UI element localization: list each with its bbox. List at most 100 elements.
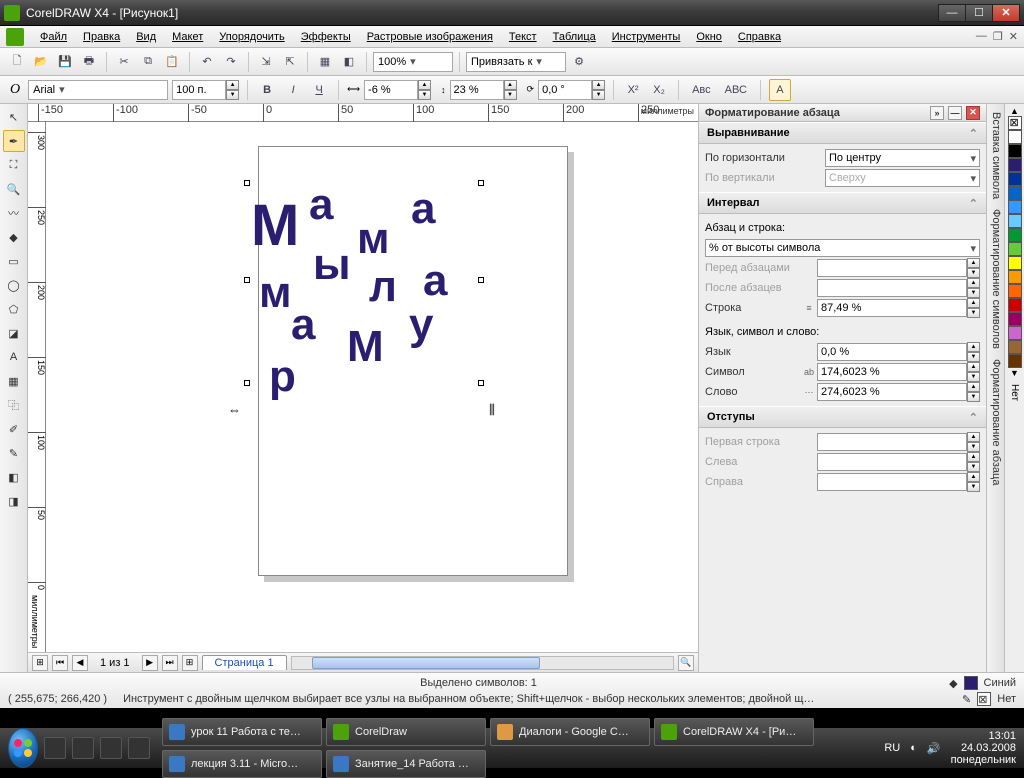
horizontal-scrollbar[interactable] bbox=[291, 656, 674, 670]
text-tool[interactable]: A bbox=[3, 346, 25, 368]
page-add-after-button[interactable]: ⊞ bbox=[182, 655, 198, 671]
rectangle-tool[interactable]: ▭ bbox=[3, 250, 25, 272]
page-add-button[interactable]: ⊞ bbox=[32, 655, 48, 671]
crop-tool[interactable]: ⛶ bbox=[3, 154, 25, 176]
zoom-combo[interactable]: 100%▾ bbox=[373, 52, 453, 72]
interactive-fill-tool[interactable]: ◨ bbox=[3, 490, 25, 512]
text-glyph[interactable]: м bbox=[259, 268, 292, 318]
bold-button[interactable]: В bbox=[256, 79, 278, 101]
text-glyph[interactable]: у bbox=[409, 300, 433, 350]
color-swatch[interactable] bbox=[1008, 312, 1022, 326]
font-size-input[interactable] bbox=[172, 80, 226, 100]
section-spacing-header[interactable]: Интервал bbox=[707, 197, 760, 209]
color-swatch[interactable] bbox=[1008, 242, 1022, 256]
swatch-none[interactable]: ⊠ bbox=[1008, 116, 1022, 130]
section-align-header[interactable]: Выравнивание bbox=[707, 127, 790, 139]
text-glyph[interactable]: м bbox=[357, 214, 390, 264]
spacing-unit-select[interactable]: % от высоты символа▾ bbox=[705, 239, 980, 257]
docker-tab-char-format[interactable]: Форматирование символов bbox=[989, 209, 1002, 349]
docker-collapse-button[interactable]: » bbox=[930, 106, 944, 120]
drawing-stage[interactable]: МамаымлааМур ⇔ ⫼ bbox=[46, 122, 698, 652]
selection-handle[interactable] bbox=[244, 380, 250, 386]
leading-input[interactable] bbox=[450, 80, 504, 100]
smart-fill-tool[interactable]: ◆ bbox=[3, 226, 25, 248]
color-swatch[interactable] bbox=[1008, 326, 1022, 340]
blend-tool[interactable]: ⿻ bbox=[3, 394, 25, 416]
mdi-minimize-icon[interactable]: — bbox=[976, 30, 987, 43]
menu-table[interactable]: Таблица bbox=[545, 29, 604, 45]
text-glyph[interactable]: л bbox=[369, 262, 397, 312]
text-glyph[interactable]: М bbox=[251, 192, 299, 259]
text-glyph[interactable]: ы bbox=[313, 240, 351, 290]
mdi-restore-icon[interactable]: ❐ bbox=[993, 30, 1003, 43]
color-swatch[interactable] bbox=[1008, 214, 1022, 228]
quicklaunch-button[interactable] bbox=[100, 737, 122, 759]
redo-button[interactable]: ↷ bbox=[220, 51, 242, 73]
task-button[interactable]: урок 11 Работа с те… bbox=[162, 718, 322, 746]
case-button-2[interactable]: АВС bbox=[720, 79, 752, 101]
print-button[interactable]: 🖶 bbox=[78, 51, 100, 73]
nav-zoom-button[interactable]: 🔍 bbox=[678, 655, 694, 671]
italic-button[interactable]: I bbox=[282, 79, 304, 101]
chevron-up-icon[interactable]: ⌃ bbox=[969, 411, 978, 424]
text-glyph[interactable]: а bbox=[423, 256, 447, 306]
left-indent-input[interactable] bbox=[817, 453, 967, 471]
selection-handle[interactable] bbox=[244, 180, 250, 186]
text-glyph[interactable]: а bbox=[291, 300, 315, 350]
color-swatch[interactable] bbox=[1008, 228, 1022, 242]
menu-bitmaps[interactable]: Растровые изображения bbox=[359, 29, 501, 45]
docker-min-button[interactable]: — bbox=[948, 106, 962, 120]
close-button[interactable]: ✕ bbox=[992, 4, 1020, 22]
color-swatch[interactable] bbox=[1008, 298, 1022, 312]
menu-tools[interactable]: Инструменты bbox=[604, 29, 689, 45]
underline-button[interactable]: Ч bbox=[308, 79, 330, 101]
color-swatch[interactable] bbox=[1008, 144, 1022, 158]
right-indent-input[interactable] bbox=[817, 473, 967, 491]
color-swatch[interactable] bbox=[1008, 270, 1022, 284]
task-button[interactable]: CorelDraw bbox=[326, 718, 486, 746]
task-button[interactable]: Занятие_14 Работа … bbox=[326, 750, 486, 778]
task-button[interactable]: Диалоги - Google C… bbox=[490, 718, 650, 746]
menu-effects[interactable]: Эффекты bbox=[293, 29, 359, 45]
open-button[interactable]: 📂 bbox=[30, 51, 52, 73]
case-button-1[interactable]: Авс bbox=[687, 79, 716, 101]
word-spacing-input[interactable] bbox=[817, 383, 967, 401]
page-next-button[interactable]: ▶ bbox=[142, 655, 158, 671]
outline-tool[interactable]: ✎ bbox=[3, 442, 25, 464]
color-swatch[interactable] bbox=[1008, 256, 1022, 270]
menu-layout[interactable]: Макет bbox=[164, 29, 211, 45]
text-right-handle-icon[interactable]: ⫼ bbox=[489, 402, 495, 418]
menu-file[interactable]: Файл bbox=[32, 29, 75, 45]
welcome-button[interactable]: ◧ bbox=[338, 51, 360, 73]
palette-up-icon[interactable]: ▲ bbox=[1010, 106, 1019, 116]
chevron-up-icon[interactable]: ⌃ bbox=[969, 197, 978, 210]
kerning-input[interactable] bbox=[364, 80, 418, 100]
selection-handle[interactable] bbox=[478, 277, 484, 283]
quicklaunch-button[interactable] bbox=[128, 737, 150, 759]
color-swatch[interactable] bbox=[1008, 340, 1022, 354]
volume-icon[interactable]: 🔊 bbox=[927, 742, 941, 755]
color-swatch[interactable] bbox=[1008, 200, 1022, 214]
outline-swatch[interactable]: ⊠ bbox=[977, 692, 991, 706]
menu-view[interactable]: Вид bbox=[128, 29, 164, 45]
docker-close-button[interactable]: ✕ bbox=[966, 106, 980, 120]
first-line-indent-input[interactable] bbox=[817, 433, 967, 451]
selection-handle[interactable] bbox=[478, 380, 484, 386]
color-swatch[interactable] bbox=[1008, 130, 1022, 144]
clock-time[interactable]: 13:01 bbox=[951, 730, 1016, 742]
font-combo[interactable]: Arial▾ bbox=[28, 80, 168, 100]
menu-window[interactable]: Окно bbox=[688, 29, 730, 45]
minimize-button[interactable]: — bbox=[938, 4, 966, 22]
cut-button[interactable]: ✂ bbox=[113, 51, 135, 73]
align-h-select[interactable]: По центру▾ bbox=[825, 149, 980, 167]
basic-shapes-tool[interactable]: ◪ bbox=[3, 322, 25, 344]
selection-handle[interactable] bbox=[244, 277, 250, 283]
mdi-close-icon[interactable]: ✕ bbox=[1009, 30, 1018, 43]
quicklaunch-button[interactable] bbox=[44, 737, 66, 759]
start-button[interactable] bbox=[8, 728, 38, 768]
task-button[interactable]: CorelDRAW X4 - [Ри… bbox=[654, 718, 814, 746]
section-indent-header[interactable]: Отступы bbox=[707, 411, 755, 423]
menu-arrange[interactable]: Упорядочить bbox=[211, 29, 292, 45]
export-button[interactable]: ⇱ bbox=[279, 51, 301, 73]
new-button[interactable]: 🗋 bbox=[6, 51, 28, 73]
